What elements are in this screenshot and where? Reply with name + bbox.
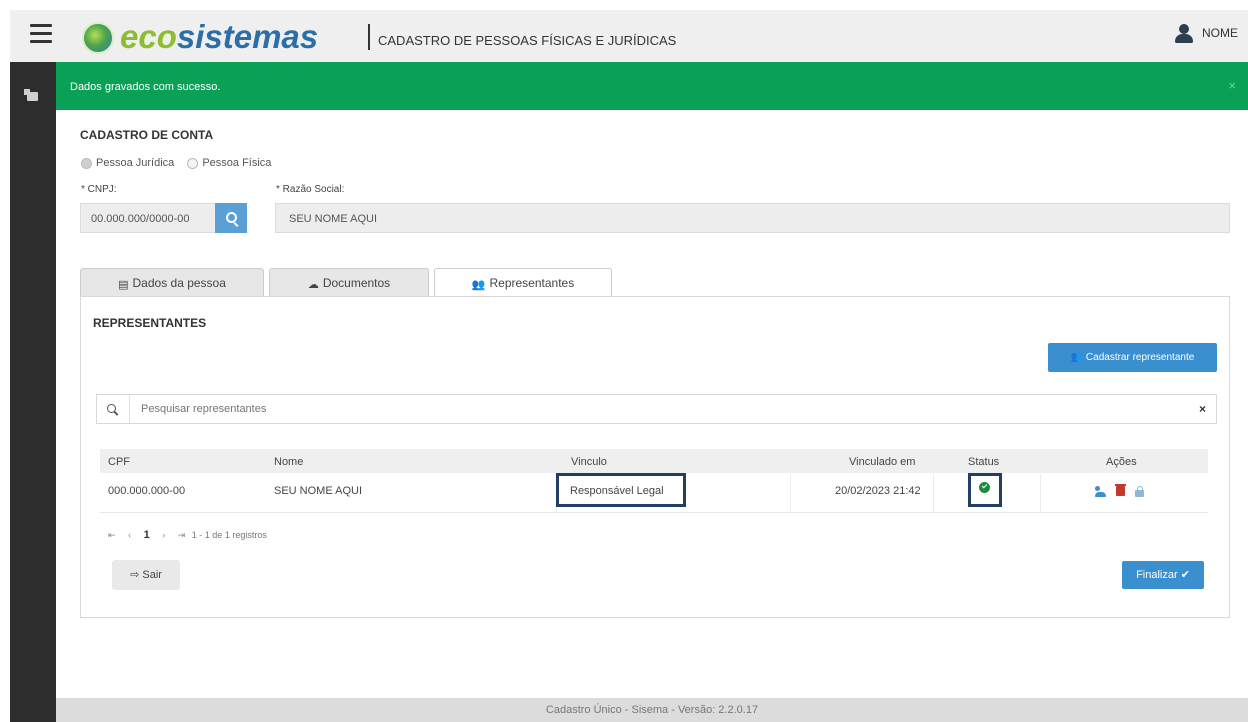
- tab-dados-pessoa[interactable]: ▤ Dados da pessoa: [80, 268, 264, 296]
- users-icon: 👥: [471, 279, 486, 291]
- alert-close-button[interactable]: ×: [1228, 78, 1236, 93]
- user-icon: [1174, 24, 1194, 44]
- app-subtitle: CADASTRO DE PESSOAS FÍSICAS E JURÍDICAS: [378, 33, 677, 48]
- vinculo-highlight-box: [556, 473, 686, 507]
- cell-vinculado-em: 20/02/2023 21:42: [835, 485, 921, 497]
- tab-label: Dados da pessoa: [132, 276, 226, 290]
- radio-pessoa-juridica[interactable]: Pessoa Jurídica: [81, 157, 174, 169]
- exit-icon: ⇨: [130, 569, 143, 581]
- tab-label: Documentos: [322, 276, 391, 290]
- search-divider: [129, 395, 130, 423]
- brand-sistemas-text: sistemas: [176, 18, 319, 55]
- footer: Cadastro Único - Sisema - Versão: 2.2.0.…: [56, 698, 1248, 722]
- id-card-icon: ▤: [118, 279, 129, 291]
- pagination: ⇤ ‹ 1 › ⇥ 1 - 1 de 1 registros: [108, 529, 267, 541]
- search-input[interactable]: [141, 403, 1041, 415]
- clear-search-icon[interactable]: ×: [1199, 402, 1206, 416]
- search-icon: [107, 404, 119, 416]
- person-type-radios: Pessoa Jurídica Pessoa Física: [81, 157, 281, 169]
- user-name: NOME: [1202, 26, 1238, 41]
- success-alert: Dados gravados com sucesso. ×: [56, 62, 1248, 110]
- prev-page-button[interactable]: ‹: [128, 530, 131, 540]
- tab-label: Representantes: [489, 276, 575, 290]
- tab-documentos[interactable]: ☁ Documentos: [269, 268, 429, 296]
- radio-label: Pessoa Física: [202, 157, 272, 169]
- search-icon: [226, 212, 237, 223]
- last-page-button[interactable]: ⇥: [178, 530, 186, 541]
- pager-summary: 1 - 1 de 1 registros: [191, 530, 267, 540]
- razao-social-field[interactable]: SEU NOME AQUI: [275, 203, 1230, 233]
- cell-cpf: 000.000.000-00: [108, 485, 186, 497]
- page-number[interactable]: 1: [144, 529, 150, 541]
- ecosistemas-logo-icon: [82, 22, 114, 54]
- sidebar: [10, 62, 56, 722]
- column-divider: [933, 474, 934, 512]
- top-bar: ecosistemas CADASTRO DE PESSOAS FÍSICAS …: [10, 10, 1248, 63]
- users-icon: 👥: [1070, 352, 1086, 363]
- tab-representantes[interactable]: 👥 Representantes: [434, 268, 612, 298]
- search-bar: ×: [96, 394, 1217, 424]
- radio-label: Pessoa Jurídica: [96, 157, 175, 169]
- table-header: [100, 449, 1208, 473]
- section-title: CADASTRO DE CONTA: [80, 128, 214, 142]
- radio-circle: [187, 157, 199, 169]
- column-divider: [790, 474, 791, 512]
- cloud-icon: ☁: [307, 279, 319, 291]
- button-label: Sair: [142, 569, 162, 581]
- alert-message: Dados gravados com sucesso.: [70, 81, 221, 93]
- column-divider: [1040, 474, 1041, 512]
- cell-nome: SEU NOME AQUI: [274, 485, 363, 497]
- sair-button[interactable]: ⇨ Sair: [112, 560, 180, 590]
- manage-users-icon[interactable]: [1095, 486, 1106, 497]
- cnpj-search-button[interactable]: [215, 203, 247, 233]
- column-header-acoes: Ações: [1106, 456, 1137, 468]
- next-page-button[interactable]: ›: [162, 530, 165, 540]
- radio-pessoa-fisica[interactable]: Pessoa Física: [187, 157, 271, 169]
- column-header-status[interactable]: Status: [968, 456, 999, 468]
- radio-circle: [81, 157, 92, 169]
- cnpj-label: * CNPJ:: [81, 184, 117, 195]
- sidebar-register-icon[interactable]: [24, 89, 38, 101]
- brand-eco-text: eco: [120, 18, 177, 55]
- cnpj-field[interactable]: 00.000.000/0000-00: [80, 203, 216, 233]
- button-label: Cadastrar representante: [1085, 352, 1195, 363]
- razao-social-label: * Razão Social:: [276, 184, 345, 195]
- first-page-button[interactable]: ⇤: [108, 530, 116, 541]
- column-header-nome[interactable]: Nome: [274, 456, 303, 468]
- panel-title: REPRESENTANTES: [93, 316, 207, 330]
- finalizar-button[interactable]: Finalizar ✔: [1122, 561, 1204, 589]
- user-menu[interactable]: NOME: [1174, 24, 1238, 44]
- delete-trash-icon[interactable]: [1115, 484, 1126, 496]
- brand-separator: [368, 24, 370, 50]
- hamburger-menu-icon[interactable]: [30, 24, 52, 44]
- brand-logo: ecosistemas: [120, 18, 318, 56]
- column-header-vinculado-em[interactable]: Vinculado em: [849, 456, 915, 468]
- column-header-vinculo[interactable]: Vinculo: [571, 456, 607, 468]
- cadastrar-representante-button[interactable]: 👥 Cadastrar representante: [1048, 343, 1217, 372]
- lock-icon[interactable]: [1135, 486, 1144, 497]
- column-header-cpf[interactable]: CPF: [108, 456, 130, 468]
- status-active-icon: [979, 482, 990, 493]
